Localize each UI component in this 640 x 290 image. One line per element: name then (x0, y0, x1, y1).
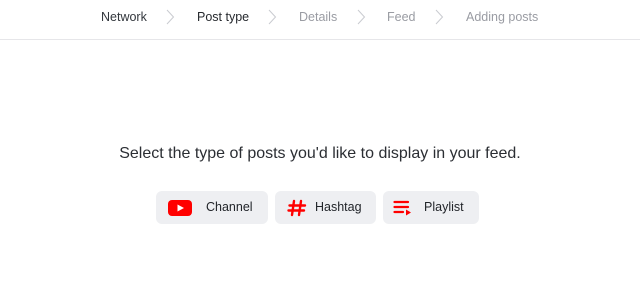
chevron-right-icon (267, 9, 277, 25)
chevron-right-icon (434, 9, 444, 25)
chevron-right-icon (356, 9, 366, 25)
step-post-type[interactable]: Post type (197, 0, 249, 34)
step-network[interactable]: Network (101, 0, 147, 34)
channel-option-button[interactable]: Channel (156, 191, 268, 224)
hashtag-icon (286, 199, 310, 217)
channel-option-label: Channel (206, 200, 253, 214)
post-type-prompt: Select the type of posts you'd like to d… (119, 145, 521, 162)
post-setup-stepper: Network Post type Details Feed Adding po… (0, 0, 640, 40)
playlist-option-button[interactable]: Playlist (383, 191, 479, 224)
step-details[interactable]: Details (299, 0, 337, 34)
step-adding-posts[interactable]: Adding posts (466, 0, 538, 34)
chevron-right-icon (165, 9, 175, 25)
playlist-icon (393, 199, 417, 217)
hashtag-option-button[interactable]: Hashtag (275, 191, 376, 224)
step-feed[interactable]: Feed (387, 0, 416, 34)
hashtag-option-label: Hashtag (315, 200, 362, 214)
youtube-icon (168, 199, 192, 217)
playlist-option-label: Playlist (424, 200, 464, 214)
